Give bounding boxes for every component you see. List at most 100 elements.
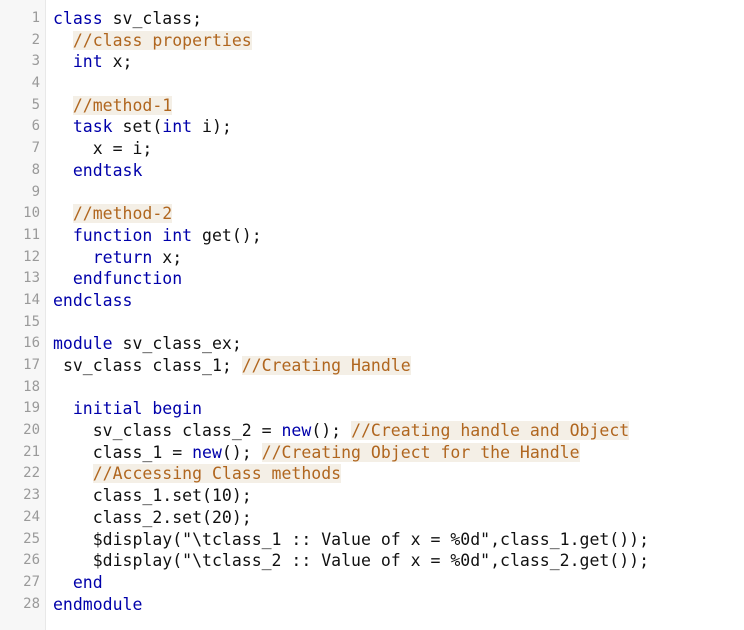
line-number: 24	[23, 508, 40, 525]
line-number: 16	[23, 335, 40, 352]
code-line[interactable]: 20 sv_class class_2 = new(); //Creating …	[0, 420, 744, 442]
line-number: 9	[31, 183, 40, 200]
code-keyword: task	[72, 117, 113, 137]
line-number: 27	[23, 573, 40, 590]
code-line[interactable]: 13 endfunction	[0, 268, 744, 290]
code-text: end	[53, 572, 103, 594]
code-comment: //Creating Object for the Handle	[261, 442, 580, 462]
code-line[interactable]: 27 end	[0, 572, 744, 594]
code-line[interactable]: 19 initial begin	[0, 398, 744, 420]
line-number: 7	[31, 140, 40, 157]
code-keyword: new	[281, 421, 312, 441]
code-line[interactable]: 8 endtask	[0, 160, 744, 182]
line-number: 10	[23, 205, 40, 222]
code-keyword: return	[92, 247, 153, 267]
line-number: 5	[31, 96, 40, 113]
code-token: set(	[112, 117, 163, 137]
code-line[interactable]: 22 //Accessing Class methods	[0, 463, 744, 485]
line-number: 8	[31, 161, 40, 178]
code-line[interactable]: 4	[0, 73, 744, 95]
code-comment: //Creating Handle	[241, 356, 411, 375]
code-text: class_1 = new(); //Creating Object for t…	[53, 442, 580, 464]
line-number: 18	[23, 378, 40, 395]
code-text: class_2.set(20);	[53, 507, 252, 529]
code-comment: //method-2	[72, 204, 173, 224]
code-keyword: initial	[72, 399, 143, 419]
code-line[interactable]: 5 //method-1	[0, 95, 744, 117]
code-keyword: int	[72, 52, 103, 72]
line-number: 1	[31, 10, 40, 26]
code-line[interactable]: 7 x = i;	[0, 138, 744, 160]
code-text: class_1.set(10);	[53, 485, 252, 507]
code-token: sv_class class_1;	[62, 356, 242, 375]
code-text: task set(int i);	[53, 116, 232, 138]
code-token: class_1.set(10);	[92, 486, 252, 506]
code-line[interactable]: 3 int x;	[0, 51, 744, 73]
code-token: x;	[152, 247, 183, 267]
code-token: sv_class;	[102, 9, 203, 28]
code-line[interactable]: 18	[0, 377, 744, 399]
code-keyword: module	[53, 334, 113, 354]
code-text: module sv_class_ex;	[53, 333, 242, 355]
code-lines[interactable]: 1 class sv_class; 2 //class properties 3 in…	[0, 8, 744, 615]
code-keyword: endclass	[53, 290, 133, 310]
code-line[interactable]: 10 //method-2	[0, 203, 744, 225]
code-token: sv_class_ex;	[112, 334, 242, 354]
code-text: function int get();	[53, 225, 262, 247]
code-line[interactable]: 11 function int get();	[0, 225, 744, 247]
code-line[interactable]: 16 module sv_class_ex;	[0, 333, 744, 355]
code-text: //method-2	[53, 203, 173, 225]
code-text: $display("\tclass_1 :: Value of x = %0d"…	[53, 529, 649, 551]
code-text: //class properties	[53, 30, 252, 52]
code-text: sv_class class_2 = new(); //Creating han…	[53, 420, 630, 442]
code-keyword: begin	[152, 399, 203, 419]
line-number: 3	[31, 53, 40, 70]
code-line[interactable]: 17 sv_class class_1; //Creating Handle	[0, 355, 744, 377]
code-line[interactable]: 12 return x;	[0, 247, 744, 269]
line-number: 26	[23, 552, 40, 569]
code-keyword: function	[72, 225, 153, 245]
line-number: 6	[31, 118, 40, 135]
code-line[interactable]: 1 class sv_class;	[0, 8, 744, 30]
code-text: return x;	[53, 247, 182, 269]
code-line[interactable]: 28 endmodule	[0, 594, 744, 616]
code-line[interactable]: 23 class_1.set(10);	[0, 485, 744, 507]
code-text: initial begin	[53, 398, 202, 420]
code-line[interactable]: 15	[0, 312, 744, 334]
line-number: 12	[23, 248, 40, 265]
line-number: 17	[23, 357, 40, 373]
code-editor[interactable]: 1 class sv_class; 2 //class properties 3 in…	[0, 0, 744, 630]
code-text: endmodule	[53, 594, 142, 616]
code-text: class sv_class;	[53, 8, 202, 30]
code-keyword: end	[72, 572, 103, 592]
line-number: 23	[23, 487, 40, 504]
code-line[interactable]: 21 class_1 = new(); //Creating Object fo…	[0, 442, 744, 464]
line-number: 19	[23, 400, 40, 417]
code-line[interactable]: 2 //class properties	[0, 30, 744, 52]
code-line[interactable]: 24 class_2.set(20);	[0, 507, 744, 529]
code-token: $display("\tclass_2 :: Value of x = %0d"…	[92, 551, 650, 571]
code-line[interactable]: 26 $display("\tclass_2 :: Value of x = %…	[0, 550, 744, 572]
code-line[interactable]: 14 endclass	[0, 290, 744, 312]
code-line[interactable]: 9	[0, 182, 744, 204]
code-line[interactable]: 25 $display("\tclass_1 :: Value of x = %…	[0, 529, 744, 551]
code-keyword: endfunction	[72, 269, 183, 289]
code-token: x = i;	[92, 139, 153, 159]
code-keyword: int	[162, 225, 193, 245]
line-number: 2	[31, 31, 40, 48]
code-line[interactable]: 6 task set(int i);	[0, 116, 744, 138]
line-number: 11	[23, 226, 40, 243]
